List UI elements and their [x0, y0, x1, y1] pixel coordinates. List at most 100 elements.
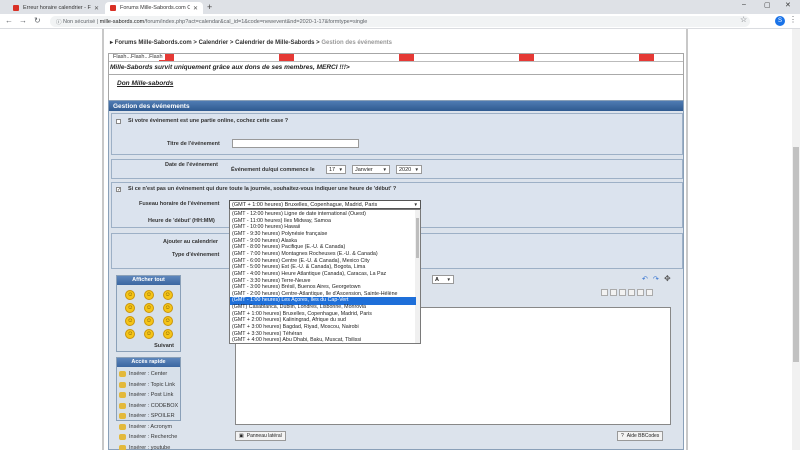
breadcrumb-link[interactable]: Calendrier	[199, 40, 229, 46]
panel-icon: ▣	[239, 433, 244, 439]
chevron-down-icon: ▼	[446, 277, 451, 282]
smiley-icon[interactable]: ☺	[125, 316, 136, 326]
browser-tab-active[interactable]: Forums Mille-Sabords.com Calen ✕	[105, 2, 203, 14]
month-select[interactable]: Janvier ▼	[352, 165, 390, 174]
quick-access-item[interactable]: Insérer : SPOILER	[119, 411, 181, 421]
list-icon[interactable]	[637, 289, 644, 296]
close-tab-icon[interactable]: ✕	[193, 5, 198, 12]
quick-access-item[interactable]: Insérer : Center	[119, 369, 181, 379]
bbcode-help-button[interactable]: ? Aide BBCodes	[617, 431, 664, 441]
maximize-button[interactable]: ▢	[764, 1, 771, 9]
day-select[interactable]: 17 ▼	[326, 165, 346, 174]
donation-link[interactable]: Don Mille-sabords	[117, 80, 173, 87]
align-justify-icon[interactable]	[628, 289, 635, 296]
close-tab-icon[interactable]: ✕	[94, 5, 99, 12]
quick-access-item[interactable]: Insérer : Topic Link	[119, 380, 181, 390]
page-scroll-thumb[interactable]	[793, 147, 799, 362]
browser-menu-icon[interactable]: ⋮	[789, 15, 797, 24]
numbered-list-icon[interactable]	[646, 289, 653, 296]
timezone-label: Fuseau horaire de l'événement	[139, 201, 220, 207]
timezone-select[interactable]: (GMT + 1:00 heures) Bruxelles, Copenhagu…	[229, 200, 421, 209]
back-icon[interactable]: ←	[5, 16, 13, 25]
page-border-right	[686, 29, 688, 450]
quick-access-item[interactable]: Insérer : Post Link	[119, 390, 181, 400]
smiley-icon[interactable]: ☺	[162, 316, 173, 326]
browser-tab-bar: Erreur horaire calendrier - Forum ✕ Foru…	[0, 0, 800, 14]
quick-access-item[interactable]: Insérer : Acronym	[119, 422, 181, 432]
close-window-button[interactable]: ✕	[785, 1, 791, 9]
insert-icon	[119, 381, 126, 388]
url-field[interactable]: ⓘ Non sécurisé | mille-sabords.com /foru…	[50, 16, 750, 27]
smiley-icon[interactable]: ☺	[162, 290, 173, 300]
smiley-icon[interactable]: ☺	[143, 329, 154, 339]
quick-access-label: Insérer : SPOILER	[129, 413, 175, 419]
new-tab-button[interactable]: +	[207, 2, 212, 12]
profile-avatar[interactable]: S	[775, 16, 785, 26]
tab-title: Erreur horaire calendrier - Forum	[23, 5, 91, 11]
smiley-icon[interactable]: ☺	[143, 290, 154, 300]
tab-title: Forums Mille-Sabords.com Calen	[120, 5, 190, 11]
chevron-down-icon: ▼	[338, 167, 343, 172]
minimize-button[interactable]: –	[742, 1, 746, 8]
smiley-icon[interactable]: ☺	[125, 303, 136, 313]
flash-banner	[109, 54, 683, 62]
timezone-option[interactable]: (GMT + 4:00 heures) Abu Dhabi, Baku, Mus…	[230, 337, 416, 343]
year-select[interactable]: 2020 ▼	[396, 165, 422, 174]
quick-access-label: Insérer : Center	[129, 371, 168, 377]
security-label: Non sécurisé	[63, 18, 96, 25]
quick-access-box: Accès rapide Insérer : Center Insérer : T…	[116, 357, 181, 450]
online-checkbox[interactable]	[116, 119, 121, 124]
insert-icon	[119, 371, 126, 377]
browser-tab[interactable]: Erreur horaire calendrier - Forum ✕	[8, 2, 104, 14]
smiley-icon[interactable]: ☺	[162, 329, 173, 339]
quick-access-label: Insérer : Post Link	[129, 392, 174, 398]
align-right-icon[interactable]	[619, 289, 626, 296]
redo-icon[interactable]: ↷	[653, 275, 659, 283]
smiley-icon[interactable]: ☺	[143, 303, 154, 313]
page-scrollbar[interactable]	[792, 29, 800, 450]
smilies-next[interactable]: Suivant	[154, 343, 174, 349]
smiley-icon[interactable]: ☺	[143, 316, 154, 326]
smiley-icon[interactable]: ☺	[162, 303, 173, 313]
forward-icon[interactable]: →	[19, 16, 27, 25]
quick-access-label: Insérer : Acronym	[129, 423, 173, 430]
insert-icon	[119, 392, 126, 398]
smiley-icon[interactable]: ☺	[125, 329, 136, 339]
start-time-checkbox[interactable]: ✓	[116, 187, 121, 193]
undo-icon[interactable]: ↶	[642, 275, 648, 283]
font-color-select[interactable]: A ▼	[432, 275, 454, 284]
timezone-dropdown-list[interactable]: (GMT - 12:00 heures) Ligne de date inter…	[229, 209, 421, 344]
url-path: /forum/index.php?act=calendar&cal_id=1&c…	[144, 18, 368, 25]
breadcrumb-link[interactable]: Calendrier de Mille-Sabords	[235, 40, 314, 46]
quick-access-label: Insérer : Topic Link	[129, 381, 176, 388]
smiley-icon[interactable]: ☺	[125, 290, 136, 300]
left-tools: Afficher tout ☺ ☺ ☺ ☺ ☺ ☺ ☺ ☺ ☺ ☺ ☺ ☺ Suivant Accès…	[116, 275, 181, 450]
favicon-icon	[110, 5, 116, 11]
side-panel-button[interactable]: ▣ Panneau latéral	[235, 431, 286, 441]
bookmark-star-icon[interactable]: ☆	[740, 15, 747, 24]
info-icon: ⓘ	[56, 19, 64, 26]
expand-icon[interactable]: ✥	[664, 274, 671, 283]
quick-access-item[interactable]: Insérer : Recherche	[119, 432, 181, 442]
reload-icon[interactable]: ↻	[34, 16, 41, 25]
quick-access-header: Accès rapide	[117, 358, 180, 367]
align-center-icon[interactable]	[610, 289, 617, 296]
address-bar-row: ← → ↻ ⓘ Non sécurisé | mille-sabords.com…	[0, 14, 800, 29]
dropdown-scroll-thumb[interactable]	[416, 218, 419, 258]
alignment-toolbar	[601, 289, 653, 296]
flash-message: Mille-Sabords survit uniquement grâce au…	[110, 64, 350, 71]
page-border-left	[102, 29, 104, 450]
date-prefix: Événement du/qui commence le	[231, 167, 315, 173]
align-left-icon[interactable]	[601, 289, 608, 296]
chevron-down-icon: ▼	[413, 202, 418, 207]
title-label: Titre de l'événement	[167, 141, 220, 147]
breadcrumb-link[interactable]: Forums Mille-Sabords.com	[115, 40, 192, 46]
date-label: Date de l'événement	[165, 162, 218, 168]
quick-access-item[interactable]: Insérer : CODEBOX	[119, 401, 181, 411]
quick-access-label: Insérer : CODEBOX	[129, 402, 179, 409]
smilies-show-all[interactable]: Afficher tout	[117, 276, 180, 285]
divider	[109, 74, 683, 75]
quick-access-item[interactable]: Insérer : youtube	[119, 443, 181, 450]
event-title-input[interactable]	[232, 139, 359, 148]
online-checkbox-label: Si votre événement est une partie online…	[128, 118, 289, 124]
